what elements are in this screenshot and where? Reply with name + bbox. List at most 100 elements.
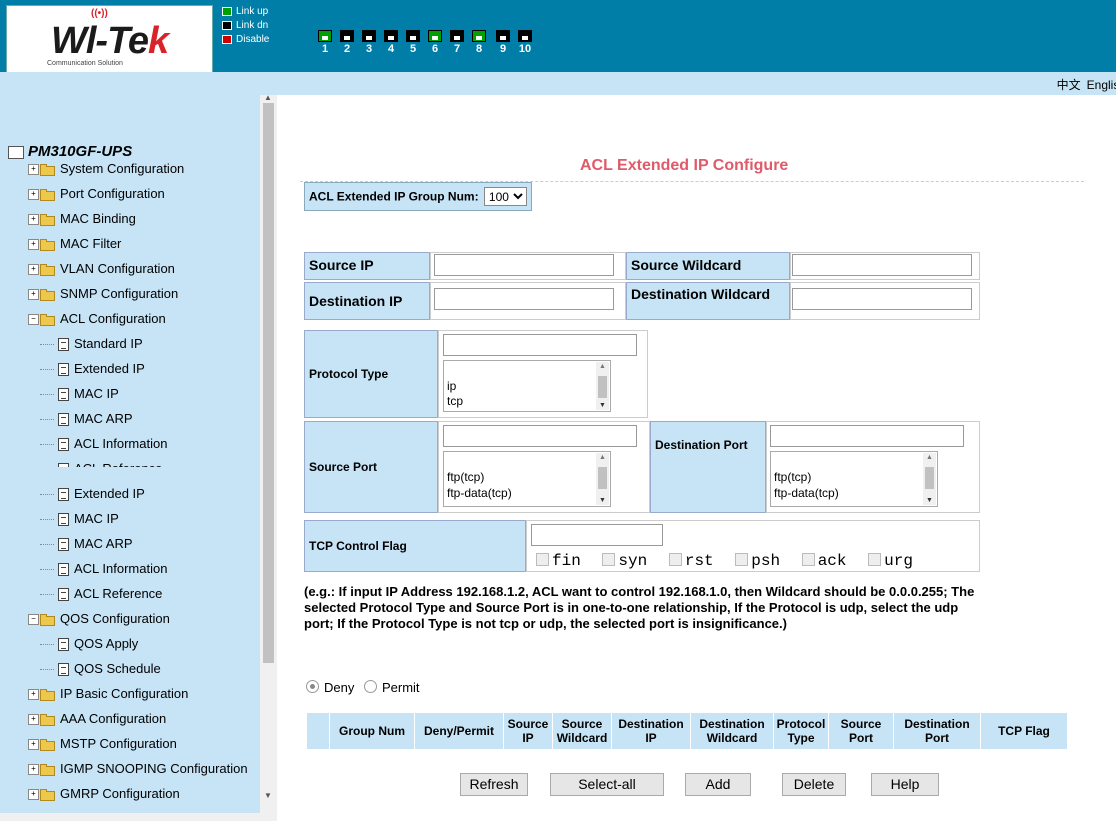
sidebar-item[interactable]: MAC ARP — [40, 409, 133, 429]
flag-ack-checkbox[interactable] — [801, 553, 815, 566]
sidebar-item[interactable]: QOS Schedule — [40, 659, 161, 679]
source-port-list[interactable]: ftp(tcp) ftp-data(tcp) ▲ ▼ — [443, 451, 611, 507]
port-9[interactable]: 9 — [494, 30, 512, 55]
sidebar-item[interactable]: + MAC Filter — [28, 234, 121, 254]
sidebar-hscrollbar[interactable] — [0, 813, 260, 821]
refresh-button[interactable]: Refresh — [460, 773, 528, 796]
sidebar-item[interactable]: + IGMP SNOOPING Configuration — [28, 759, 248, 779]
sidebar-item[interactable]: + IP Basic Configuration — [28, 684, 188, 704]
sidebar-item[interactable]: + MAC Binding — [28, 209, 136, 229]
sidebar-item[interactable]: Extended IP — [40, 484, 145, 504]
tcp-flag-input[interactable] — [531, 524, 663, 546]
expand-icon[interactable]: + — [28, 264, 39, 276]
flag-rst[interactable]: rst — [668, 552, 714, 570]
sidebar-item[interactable]: + SNMP Configuration — [28, 284, 178, 304]
folder-icon — [40, 713, 56, 726]
protocol-option[interactable]: ip — [447, 379, 456, 393]
sidebar-item[interactable]: + VLAN Configuration — [28, 259, 175, 279]
flag-psh[interactable]: psh — [735, 552, 780, 570]
sidebar-item[interactable]: QOS Apply — [40, 634, 138, 654]
folder-icon — [40, 788, 56, 801]
add-button[interactable]: Add — [685, 773, 751, 796]
sidebar-item[interactable]: + System Configuration — [28, 159, 184, 179]
collapse-icon[interactable]: − — [28, 314, 39, 326]
delete-button[interactable]: Delete — [782, 773, 846, 796]
dest-port-filter-input[interactable] — [770, 425, 964, 447]
sidebar-item[interactable]: − ACL Configuration — [28, 309, 166, 329]
sidebar-item[interactable]: ACL Information — [40, 559, 167, 579]
expand-icon[interactable]: + — [28, 739, 39, 751]
dest-ip-input[interactable] — [434, 288, 614, 310]
sidebar-item[interactable]: MAC IP — [40, 509, 119, 529]
dest-port-list[interactable]: ftp(tcp) ftp-data(tcp) ▲ ▼ — [770, 451, 938, 507]
help-button[interactable]: Help — [871, 773, 939, 796]
sidebar-item[interactable]: + MSTP Configuration — [28, 734, 177, 754]
flag-fin-checkbox[interactable] — [536, 553, 549, 566]
expand-icon[interactable]: + — [28, 189, 39, 201]
wi-tek-logo: ((•)) Wl-Tek Communication Solution — [6, 5, 213, 73]
sidebar-item[interactable]: ACL Reference — [40, 584, 162, 604]
sidebar-item[interactable]: − QOS Configuration — [28, 609, 170, 629]
lang-english-link[interactable]: English — [1087, 78, 1116, 92]
sidebar-item[interactable]: + GMRP Configuration — [28, 784, 180, 804]
scroll-thumb[interactable] — [263, 103, 274, 663]
sidebar-item[interactable]: ACL Reference — [40, 459, 162, 467]
expand-icon[interactable]: + — [28, 764, 39, 776]
port-5[interactable]: 5 — [404, 30, 422, 55]
flag-urg[interactable]: urg — [868, 552, 913, 570]
flag-fin[interactable]: fin — [536, 552, 581, 570]
sidebar-item[interactable]: + Port Configuration — [28, 184, 165, 204]
flag-ack[interactable]: ack — [801, 552, 847, 570]
protocol-type-list[interactable]: ip tcp ▲ ▼ — [443, 360, 611, 412]
source-port-option[interactable]: ftp(tcp) — [447, 470, 484, 484]
sidebar-item[interactable]: MAC IP — [40, 384, 119, 404]
expand-icon[interactable]: + — [28, 214, 39, 226]
col-tcp-flag: TCP Flag — [980, 712, 1068, 750]
port-3[interactable]: 3 — [360, 30, 378, 55]
source-port-filter-input[interactable] — [443, 425, 637, 447]
tree-root[interactable]: PM310GF-UPS — [8, 143, 132, 160]
sidebar-item[interactable]: Standard IP — [40, 334, 143, 354]
source-wildcard-input[interactable] — [792, 254, 972, 276]
expand-icon[interactable]: + — [28, 164, 39, 176]
flag-urg-checkbox[interactable] — [868, 553, 882, 566]
deny-radio[interactable]: Deny — [306, 680, 354, 695]
flag-syn-checkbox[interactable] — [602, 553, 616, 566]
protocol-option[interactable]: tcp — [447, 394, 463, 408]
sidebar-item[interactable]: + AAA Configuration — [28, 709, 166, 729]
port-6[interactable]: 6 — [426, 30, 444, 55]
port-10[interactable]: 10 — [516, 30, 534, 55]
sidebar-item[interactable]: MAC ARP — [40, 534, 133, 554]
port-2[interactable]: 2 — [338, 30, 356, 55]
dest-wildcard-input[interactable] — [792, 288, 972, 310]
expand-icon[interactable]: + — [28, 239, 39, 251]
protocol-filter-input[interactable] — [443, 334, 637, 356]
sidebar-item[interactable]: Extended IP — [40, 359, 145, 379]
permit-radio[interactable]: Permit — [363, 680, 420, 695]
expand-icon[interactable]: + — [28, 289, 39, 301]
select-all-button[interactable]: Select-all — [550, 773, 664, 796]
expand-icon[interactable]: + — [28, 714, 39, 726]
source-port-option[interactable]: ftp-data(tcp) — [447, 486, 512, 500]
group-num-select[interactable]: 100 — [483, 187, 527, 206]
collapse-icon[interactable]: − — [28, 614, 39, 626]
dest-port-option[interactable]: ftp(tcp) — [774, 470, 811, 484]
lang-chinese-link[interactable]: 中文 — [1057, 78, 1081, 92]
port-8[interactable]: 8 — [470, 30, 488, 55]
deny-radio-button[interactable] — [306, 680, 319, 693]
port-4[interactable]: 4 — [382, 30, 400, 55]
flag-syn[interactable]: syn — [602, 552, 647, 570]
expand-icon[interactable]: + — [28, 689, 39, 701]
dest-port-option[interactable]: ftp-data(tcp) — [774, 486, 839, 500]
scroll-down-icon[interactable]: ▼ — [264, 791, 272, 800]
flag-psh-checkbox[interactable] — [735, 553, 749, 566]
source-ip-input[interactable] — [434, 254, 614, 276]
sidebar-scrollbar[interactable]: ▲ ▼ — [260, 93, 277, 821]
expand-icon[interactable]: + — [28, 789, 39, 801]
port-1[interactable]: 1 — [316, 30, 334, 55]
sidebar-item[interactable]: ACL Information — [40, 434, 167, 454]
scroll-up-icon[interactable]: ▲ — [264, 93, 272, 102]
permit-radio-button[interactable] — [363, 680, 377, 693]
port-7[interactable]: 7 — [448, 30, 466, 55]
flag-rst-checkbox[interactable] — [668, 553, 682, 566]
